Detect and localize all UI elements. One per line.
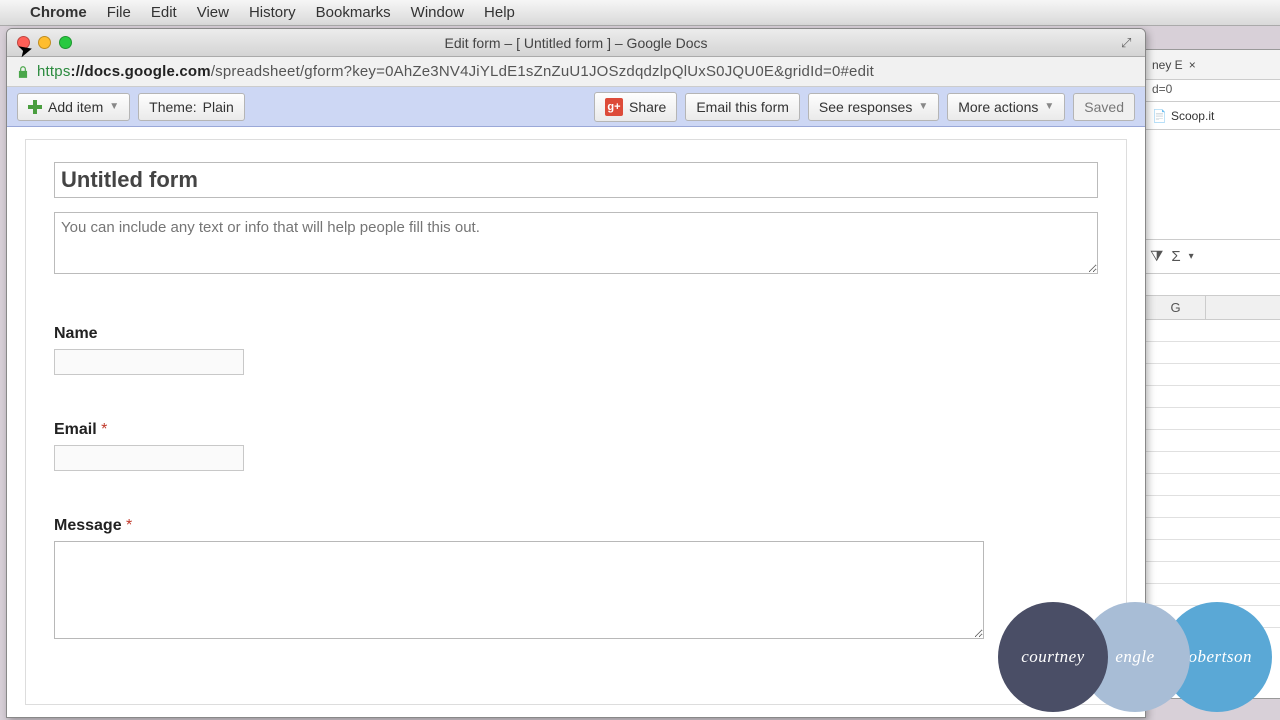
saved-label: Saved bbox=[1084, 99, 1124, 115]
page-icon: 📄 bbox=[1152, 109, 1167, 123]
question-name[interactable]: Name bbox=[54, 325, 1098, 375]
bg-tabstrip: ney E × Co bbox=[1146, 50, 1280, 80]
form-title-input[interactable] bbox=[54, 162, 1098, 198]
chrome-window: Edit form – [ Untitled form ] – Google D… bbox=[6, 28, 1146, 718]
share-label: Share bbox=[629, 99, 666, 115]
menubar-view[interactable]: View bbox=[197, 4, 229, 21]
question-email[interactable]: Email * bbox=[54, 421, 1098, 471]
bg-formula-bar[interactable] bbox=[1146, 274, 1280, 296]
email-form-button[interactable]: Email this form bbox=[685, 93, 800, 121]
menubar-help[interactable]: Help bbox=[484, 4, 515, 21]
url-path: /spreadsheet/gform?key=0AhZe3NV4JiYLdE1s… bbox=[211, 63, 874, 80]
share-button[interactable]: g+ Share bbox=[594, 92, 677, 122]
plus-icon bbox=[28, 100, 42, 114]
email-input[interactable] bbox=[54, 445, 244, 471]
address-bar[interactable]: https://docs.google.com/spreadsheet/gfor… bbox=[7, 57, 1145, 87]
theme-button[interactable]: Theme: Plain bbox=[138, 93, 245, 121]
question-label-text: Name bbox=[54, 325, 98, 342]
bg-bookmark-label[interactable]: Scoop.it bbox=[1171, 109, 1214, 123]
saved-indicator: Saved bbox=[1073, 93, 1135, 121]
question-label: Email * bbox=[54, 421, 1098, 439]
bg-toolbar-space bbox=[1146, 130, 1280, 240]
message-input[interactable] bbox=[54, 541, 984, 639]
bg-sheet-toolbar: ⧩ Σ ▾ bbox=[1146, 240, 1280, 274]
bg-bookmark-bar: 📄 Scoop.it bbox=[1146, 102, 1280, 130]
expand-icon[interactable]: ⤢ bbox=[1121, 35, 1137, 51]
form-body: Name Email * Message * bbox=[25, 139, 1127, 705]
bg-row[interactable] bbox=[1146, 386, 1280, 408]
question-label: Name bbox=[54, 325, 1098, 343]
bg-col-g[interactable]: G bbox=[1146, 296, 1206, 319]
theme-value: Plain bbox=[203, 99, 234, 115]
question-label: Message * bbox=[54, 517, 1098, 535]
question-label-text: Message bbox=[54, 517, 122, 534]
name-input[interactable] bbox=[54, 349, 244, 375]
menubar-window[interactable]: Window bbox=[411, 4, 464, 21]
dropdown-caret-icon[interactable]: ▾ bbox=[1189, 251, 1194, 262]
bg-row[interactable] bbox=[1146, 364, 1280, 386]
required-mark: * bbox=[126, 517, 132, 534]
menubar-app-name[interactable]: Chrome bbox=[30, 4, 87, 21]
more-actions-label: More actions bbox=[958, 99, 1038, 115]
bg-grid-rows bbox=[1146, 320, 1280, 628]
bg-row[interactable] bbox=[1146, 408, 1280, 430]
bg-row[interactable] bbox=[1146, 320, 1280, 342]
add-item-label: Add item bbox=[48, 99, 103, 115]
theme-label: Theme: bbox=[149, 99, 196, 115]
menubar-history[interactable]: History bbox=[249, 4, 296, 21]
required-mark: * bbox=[101, 421, 107, 438]
gplus-icon: g+ bbox=[605, 98, 623, 116]
question-message[interactable]: Message * bbox=[54, 517, 1098, 644]
see-responses-button[interactable]: See responses ▼ bbox=[808, 93, 939, 121]
bg-row[interactable] bbox=[1146, 452, 1280, 474]
bg-row[interactable] bbox=[1146, 496, 1280, 518]
see-responses-label: See responses bbox=[819, 99, 912, 115]
watermark-part-1: courtney bbox=[998, 602, 1108, 712]
window-title: Edit form – [ Untitled form ] – Google D… bbox=[7, 35, 1145, 51]
close-icon[interactable]: × bbox=[1189, 58, 1196, 72]
bg-url-fragment: d=0 bbox=[1146, 80, 1280, 102]
menubar-bookmarks[interactable]: Bookmarks bbox=[316, 4, 391, 21]
url-text[interactable]: https://docs.google.com/spreadsheet/gfor… bbox=[37, 63, 874, 80]
question-label-text: Email bbox=[54, 421, 97, 438]
filter-icon[interactable]: ⧩ bbox=[1150, 248, 1163, 265]
mac-menubar: Chrome File Edit View History Bookmarks … bbox=[0, 0, 1280, 26]
bg-column-headers: G bbox=[1146, 296, 1280, 320]
window-titlebar[interactable]: Edit form – [ Untitled form ] – Google D… bbox=[7, 29, 1145, 57]
form-canvas[interactable]: Name Email * Message * bbox=[7, 127, 1145, 717]
chevron-down-icon: ▼ bbox=[918, 101, 928, 112]
bg-row[interactable] bbox=[1146, 540, 1280, 562]
chevron-down-icon: ▼ bbox=[1044, 101, 1054, 112]
form-description-input[interactable] bbox=[54, 212, 1098, 274]
bg-row[interactable] bbox=[1146, 518, 1280, 540]
forms-toolbar: Add item ▼ Theme: Plain g+ Share Email t… bbox=[7, 87, 1145, 127]
email-form-label: Email this form bbox=[696, 99, 789, 115]
watermark: courtney engle robertson bbox=[998, 602, 1272, 712]
url-host: ://docs.google.com bbox=[71, 63, 211, 80]
more-actions-button[interactable]: More actions ▼ bbox=[947, 93, 1065, 121]
lock-icon bbox=[15, 64, 31, 80]
url-scheme: https bbox=[37, 63, 71, 80]
sigma-icon[interactable]: Σ bbox=[1171, 248, 1180, 265]
bg-row[interactable] bbox=[1146, 430, 1280, 452]
menubar-edit[interactable]: Edit bbox=[151, 4, 177, 21]
bg-row[interactable] bbox=[1146, 562, 1280, 584]
menubar-file[interactable]: File bbox=[107, 4, 131, 21]
add-item-button[interactable]: Add item ▼ bbox=[17, 93, 130, 121]
bg-tab-1[interactable]: ney E bbox=[1152, 58, 1183, 72]
bg-row[interactable] bbox=[1146, 342, 1280, 364]
chevron-down-icon: ▼ bbox=[109, 101, 119, 112]
bg-row[interactable] bbox=[1146, 474, 1280, 496]
